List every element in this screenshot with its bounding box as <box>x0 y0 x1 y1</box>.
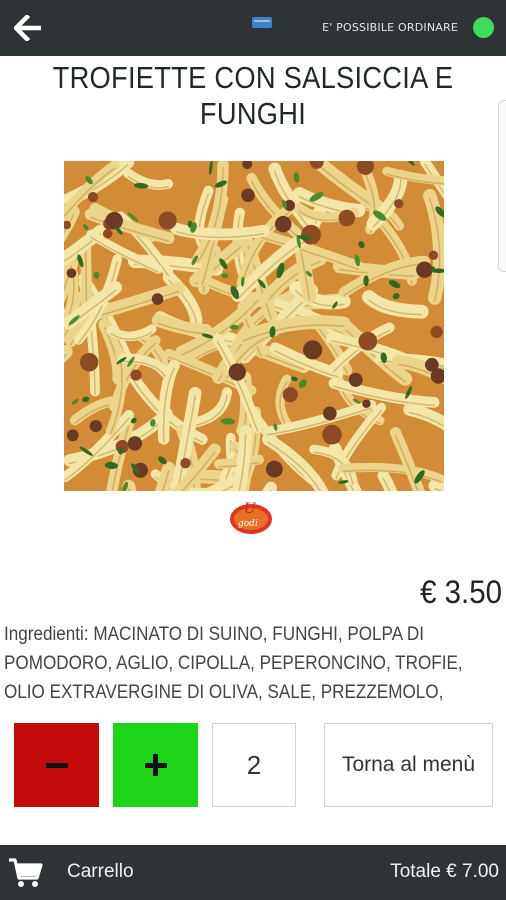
cart-icon[interactable] <box>8 857 44 889</box>
quantity-field[interactable]: 2 <box>212 723 296 807</box>
decrease-quantity-button[interactable] <box>14 723 99 807</box>
bottom-bar: Carrello Totale € 7.00 <box>0 845 506 900</box>
battery-indicator-icon <box>252 17 272 28</box>
brand-logo: U godi <box>230 501 272 534</box>
ingredients-text: Ingredienti: MACINATO DI SUINO, FUNGHI, … <box>4 624 463 712</box>
minus-icon <box>45 762 68 768</box>
product-price: € 3.50 <box>420 574 502 610</box>
cart-total: Totale € 7.00 <box>390 861 499 882</box>
svg-text:godi: godi <box>238 519 258 529</box>
back-button[interactable] <box>8 8 48 48</box>
arrow-left-icon <box>14 15 41 41</box>
plus-icon-vertical <box>153 754 158 776</box>
order-status-label: E' POSSIBILE ORDINARE <box>322 21 458 34</box>
svg-text:U: U <box>244 501 257 517</box>
scroll-handle[interactable] <box>498 100 506 272</box>
cart-link[interactable]: Carrello <box>67 861 134 883</box>
top-bar: E' POSSIBILE ORDINARE <box>0 0 506 56</box>
product-title: TROFIETTE CON SALSICCIA E FUNGHI <box>52 60 454 131</box>
back-to-menu-button[interactable]: Torna al menù <box>324 723 493 807</box>
status-indicator-dot <box>473 17 494 38</box>
dish-photo <box>64 161 444 491</box>
increase-quantity-button[interactable] <box>113 723 198 807</box>
